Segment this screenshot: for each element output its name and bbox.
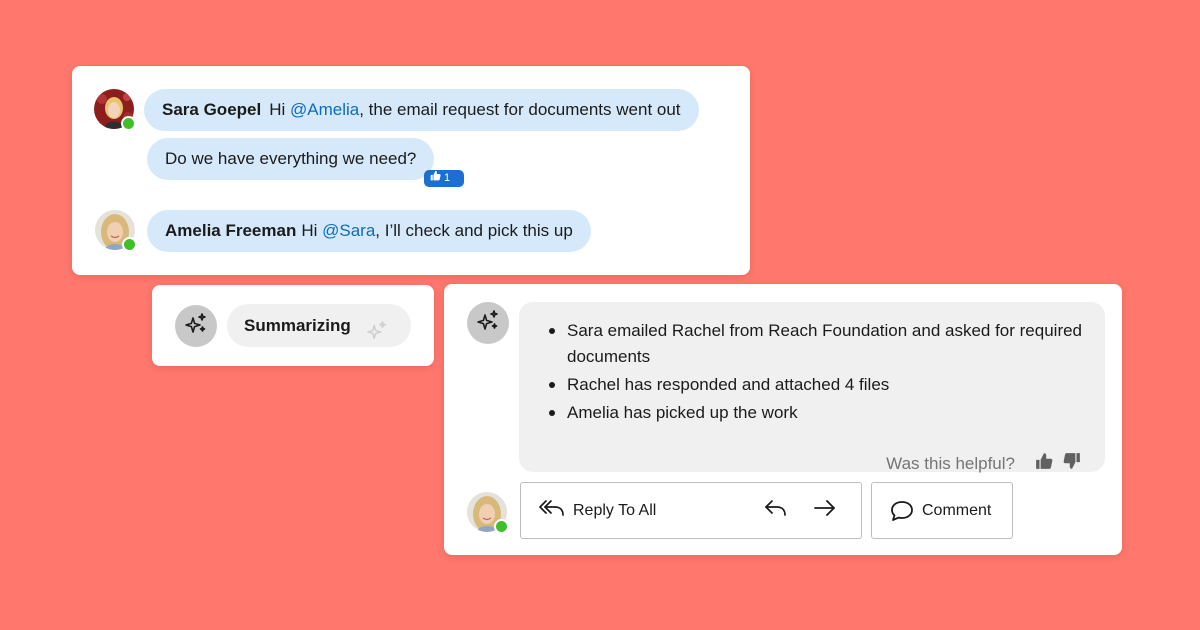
copilot-avatar <box>175 305 217 347</box>
summarizing-card: Summarizing <box>152 285 434 366</box>
reply-button[interactable] <box>765 483 787 538</box>
thumbs-down-icon <box>1063 452 1081 475</box>
message-text: Hi <box>269 100 290 119</box>
presence-available-icon <box>494 519 509 534</box>
message-text: Hi <box>301 221 323 240</box>
reply-actions: Reply To All <box>520 482 862 539</box>
message-bubble[interactable]: Do we have everything we need? <box>147 138 435 180</box>
forward-button[interactable] <box>814 483 836 538</box>
arrow-right-icon <box>814 499 836 522</box>
message-text: , the email request for documents went o… <box>359 100 681 119</box>
message-text: , I’ll check and pick this up <box>375 221 573 240</box>
comment-label: Comment <box>922 501 992 519</box>
message-bubble[interactable]: Sara Goepel Hi @Amelia, the email request… <box>144 89 699 131</box>
thumbs-up-button[interactable] <box>1035 452 1053 475</box>
thumbs-up-icon <box>430 170 441 187</box>
reaction-badge[interactable]: 1 <box>424 170 464 187</box>
sparkle-icon <box>365 315 389 358</box>
sender-name: Amelia Freeman <box>165 221 297 240</box>
sender-name: Sara Goepel <box>162 100 262 119</box>
message-text: Do we have everything we need? <box>165 149 417 168</box>
sparkle-icon <box>476 309 500 338</box>
summary-item: Amelia has picked up the work <box>547 400 1087 426</box>
summary-card: Sara emailed Rachel from Reach Foundatio… <box>444 284 1122 555</box>
sparkle-icon <box>184 312 208 341</box>
summary-item: Rachel has responded and attached 4 file… <box>547 372 1087 398</box>
comment-icon <box>890 500 914 522</box>
reply-icon <box>765 499 787 522</box>
summary-box: Sara emailed Rachel from Reach Foundatio… <box>519 302 1105 475</box>
thumbs-down-button[interactable] <box>1063 452 1081 475</box>
mention-link[interactable]: @Amelia <box>290 100 359 119</box>
copilot-avatar <box>467 302 509 344</box>
reaction-count: 1 <box>444 172 451 184</box>
presence-available-icon <box>121 116 136 131</box>
comment-button[interactable]: Comment <box>871 482 1013 539</box>
current-user-avatar[interactable] <box>467 492 509 534</box>
summarizing-label: Summarizing <box>244 316 351 335</box>
summary-item: Sara emailed Rachel from Reach Foundatio… <box>547 318 1087 370</box>
reply-all-button[interactable]: Reply To All <box>539 483 656 538</box>
chat-card: Sara Goepel Hi @Amelia, the email request… <box>72 66 750 275</box>
sara-avatar[interactable] <box>94 89 136 131</box>
feedback-row: Was this helpful? <box>886 452 1081 475</box>
summarizing-status: Summarizing <box>227 304 411 347</box>
summary-list: Sara emailed Rachel from Reach Foundatio… <box>547 318 1087 428</box>
mention-link[interactable]: @Sara <box>322 221 375 240</box>
message-bubble[interactable]: Amelia Freeman Hi @Sara, I’ll check and p… <box>147 210 591 252</box>
presence-available-icon <box>122 237 137 252</box>
reply-all-label: Reply To All <box>573 501 657 519</box>
feedback-question: Was this helpful? <box>886 453 1015 473</box>
amelia-avatar[interactable] <box>95 210 137 252</box>
reply-all-icon <box>539 499 565 522</box>
thumbs-up-icon <box>1035 452 1053 475</box>
